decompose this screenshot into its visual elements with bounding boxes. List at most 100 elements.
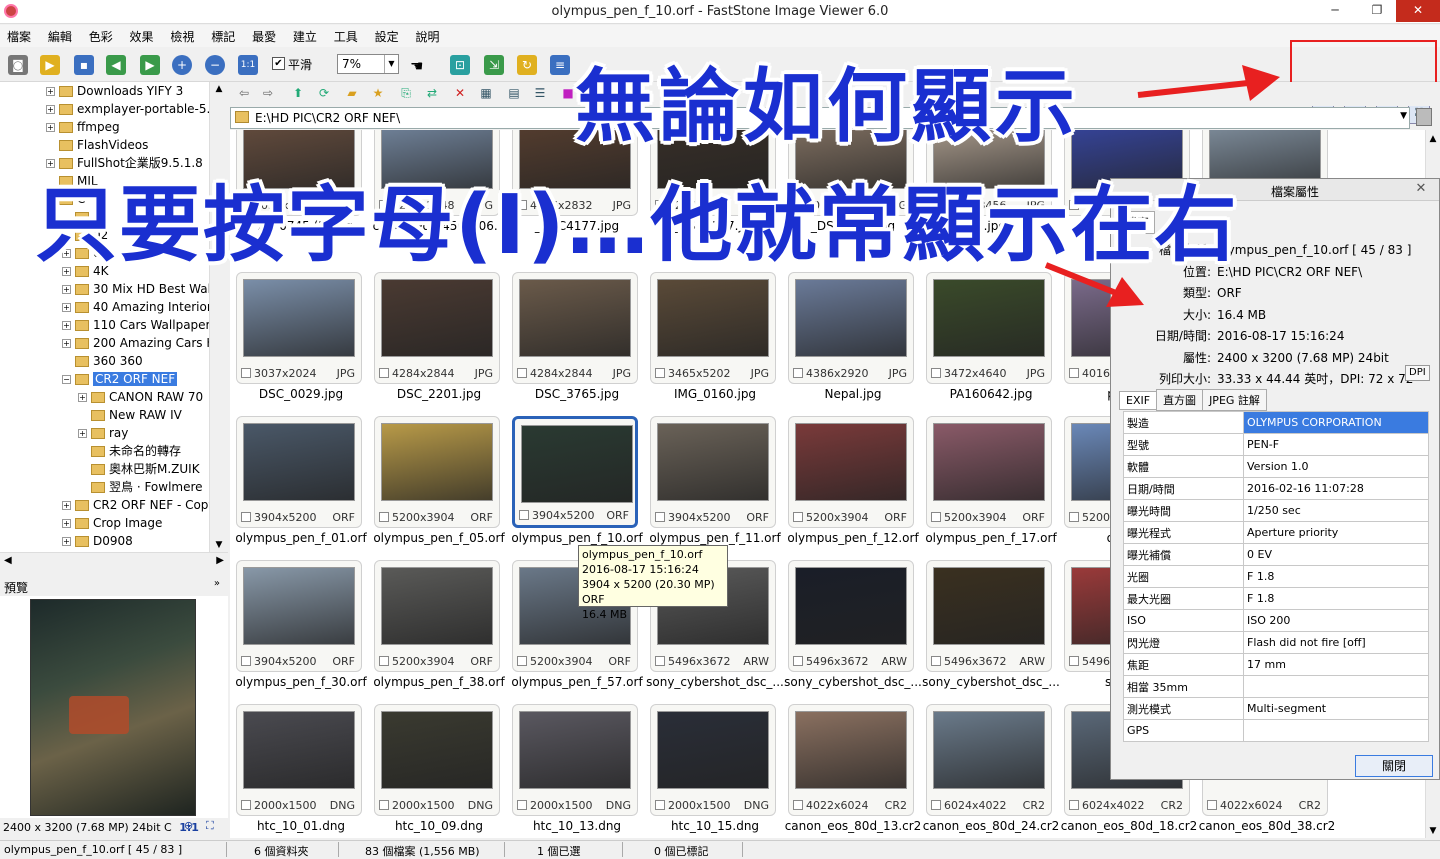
expand-icon[interactable]: + (78, 393, 87, 402)
chevron-up-icon[interactable]: ▲ (1426, 134, 1440, 144)
expand-icon[interactable]: + (62, 501, 71, 510)
expand-icon[interactable]: + (62, 285, 71, 294)
menu-edit[interactable]: 編輯 (41, 25, 78, 45)
save-icon[interactable]: ▪ (74, 55, 94, 75)
tree-item[interactable]: +110 Cars Wallpapers (62, 316, 217, 334)
tree-item[interactable]: 未命名的轉存 (78, 442, 181, 460)
select-checkbox[interactable] (793, 368, 803, 378)
thumbnail-item[interactable]: 3465x5202 JPG IMG_0160.jpg (644, 268, 776, 406)
copy-to-icon[interactable]: ⎘ (398, 85, 414, 101)
select-checkbox[interactable] (379, 656, 389, 666)
new-folder-icon[interactable]: ▰ (344, 85, 360, 101)
thumbnail-card[interactable]: 2000x1500 DNG (650, 704, 776, 816)
thumbnail-card[interactable]: 3037x2024 JPG (236, 272, 362, 384)
tab-exif[interactable]: EXIF (1119, 391, 1158, 410)
chevron-down-icon[interactable]: ▼ (1400, 111, 1407, 121)
thumbnail-card[interactable]: 3472x4640 JPG (926, 272, 1052, 384)
thumbnail-item[interactable]: 4284x2844 JPG DSC_2201.jpg (368, 268, 500, 406)
color-tag-icon[interactable]: ■ (560, 85, 576, 101)
thumbnail-card[interactable]: 4022x6024 CR2 (788, 704, 914, 816)
select-checkbox[interactable] (931, 512, 941, 522)
hand-icon[interactable]: ☚ (410, 57, 423, 75)
thumbnail-card[interactable]: 3904x5200 ORF (650, 416, 776, 528)
menu-color[interactable]: 色彩 (82, 25, 119, 45)
zoom-in-icon[interactable]: + (172, 55, 192, 75)
exif-row[interactable]: 軟體 Version 1.0 (1123, 455, 1429, 478)
select-checkbox[interactable] (241, 512, 251, 522)
resize-icon[interactable]: ⇲ (484, 55, 504, 75)
thumbnail-card[interactable]: 5200x3904 ORF (926, 416, 1052, 528)
compare-icon[interactable]: ≡ (550, 55, 570, 75)
expand-icon[interactable]: + (62, 537, 71, 546)
zoom-icon[interactable]: ⊕ (184, 819, 193, 832)
select-checkbox[interactable] (241, 368, 251, 378)
chevron-down-icon[interactable]: » (214, 578, 220, 589)
grid-small-icon[interactable]: ▤ (506, 85, 522, 101)
select-checkbox[interactable] (793, 656, 803, 666)
thumbnail-item[interactable]: 5200x3904 ORF olympus_pen_f_17.orf (920, 412, 1057, 550)
thumbnail-item[interactable]: 5200x3904 ORF olympus_pen_f_38.orf (368, 556, 505, 694)
menu-create[interactable]: 建立 (286, 25, 323, 45)
thumbnail-card[interactable]: 3465x5202 JPG (650, 272, 776, 384)
select-checkbox[interactable] (517, 368, 527, 378)
thumbnail-item[interactable]: 5496x3672 ARW sony_cybershot_dsc_... (920, 556, 1060, 694)
expand-icon[interactable]: + (46, 123, 55, 132)
list-view-icon[interactable]: ☰ (532, 85, 548, 101)
menu-help[interactable]: 說明 (408, 25, 445, 45)
select-checkbox[interactable] (241, 800, 251, 810)
dpi-button[interactable]: DPI (1405, 365, 1430, 381)
menu-settings[interactable]: 設定 (368, 25, 405, 45)
thumbnail-card[interactable]: 5496x3672 ARW (926, 560, 1052, 672)
menu-favorites[interactable]: 最愛 (245, 25, 282, 45)
tree-item[interactable]: 360 360 (62, 352, 143, 370)
move-to-icon[interactable]: ⇄ (424, 85, 440, 101)
fit-icon[interactable]: ⛶ (206, 819, 214, 833)
select-checkbox[interactable] (793, 512, 803, 522)
tree-item[interactable]: − CR2 ORF NEF (62, 370, 178, 388)
expand-icon[interactable]: + (62, 519, 71, 528)
select-checkbox[interactable] (1069, 800, 1079, 810)
menu-view[interactable]: 檢視 (163, 25, 200, 45)
thumbnail-item[interactable]: 3904x5200 ORF olympus_pen_f_30.orf (230, 556, 367, 694)
thumbnail-card[interactable]: 3904x5200 ORF (236, 416, 362, 528)
thumbnail-card[interactable]: 5200x3904 ORF (374, 560, 500, 672)
exif-row[interactable]: 測光模式 Multi-segment (1123, 697, 1429, 720)
thumbnail-item[interactable]: 4386x2920 JPG Nepal.jpg (782, 268, 914, 406)
rotate-icon[interactable]: ↻ (517, 55, 537, 75)
thumbnail-item[interactable]: 4022x6024 CR2 canon_eos_80d_13.cr2 (782, 700, 921, 838)
expand-icon[interactable]: + (62, 339, 71, 348)
tab-jpeg-comment[interactable]: JPEG 註解 (1202, 389, 1267, 411)
exif-row[interactable]: 曝光程式 Aperture priority (1123, 521, 1429, 544)
select-checkbox[interactable] (931, 800, 941, 810)
expand-icon[interactable]: + (78, 429, 87, 438)
close-icon[interactable]: ✕ (1411, 181, 1431, 199)
exif-row[interactable]: 焦距 17 mm (1123, 653, 1429, 676)
close-button[interactable]: ✕ (1396, 0, 1440, 22)
tree-item[interactable]: +200 Amazing Cars HI (62, 334, 219, 352)
expand-icon[interactable]: + (62, 321, 71, 330)
select-checkbox[interactable] (1207, 800, 1217, 810)
previous-icon[interactable]: ◀ (106, 55, 126, 75)
select-checkbox[interactable] (655, 368, 665, 378)
select-checkbox[interactable] (1069, 656, 1079, 666)
thumbnail-card[interactable]: 3904x5200 ORF (236, 560, 362, 672)
menu-file[interactable]: 檔案 (0, 25, 37, 45)
thumbnail-card[interactable]: 4284x2844 JPG (374, 272, 500, 384)
select-checkbox[interactable] (655, 512, 665, 522)
camera-icon[interactable]: ◙ (8, 55, 28, 75)
expand-icon[interactable]: + (46, 87, 55, 96)
exif-row[interactable]: GPS (1123, 719, 1429, 742)
thumbnail-card[interactable]: 6024x4022 CR2 (926, 704, 1052, 816)
tree-item[interactable]: + ffmpeg (46, 118, 120, 136)
thumbnail-item[interactable]: 3037x2024 JPG DSC_0029.jpg (230, 268, 362, 406)
back-arrow-icon[interactable]: ⇦ (236, 85, 252, 101)
select-checkbox[interactable] (517, 656, 527, 666)
thumbnail-card[interactable]: 4284x2844 JPG (512, 272, 638, 384)
thumbnail-card[interactable]: 4386x2920 JPG (788, 272, 914, 384)
tab-histogram[interactable]: 直方圖 (1156, 389, 1204, 411)
expand-icon[interactable]: + (46, 105, 55, 114)
select-checkbox[interactable] (655, 656, 665, 666)
tree-hscrollbar[interactable]: ◀ ▶ (0, 552, 228, 569)
thumbnail-item[interactable]: 6024x4022 CR2 canon_eos_80d_24.cr2 (920, 700, 1059, 838)
select-checkbox[interactable] (519, 510, 529, 520)
